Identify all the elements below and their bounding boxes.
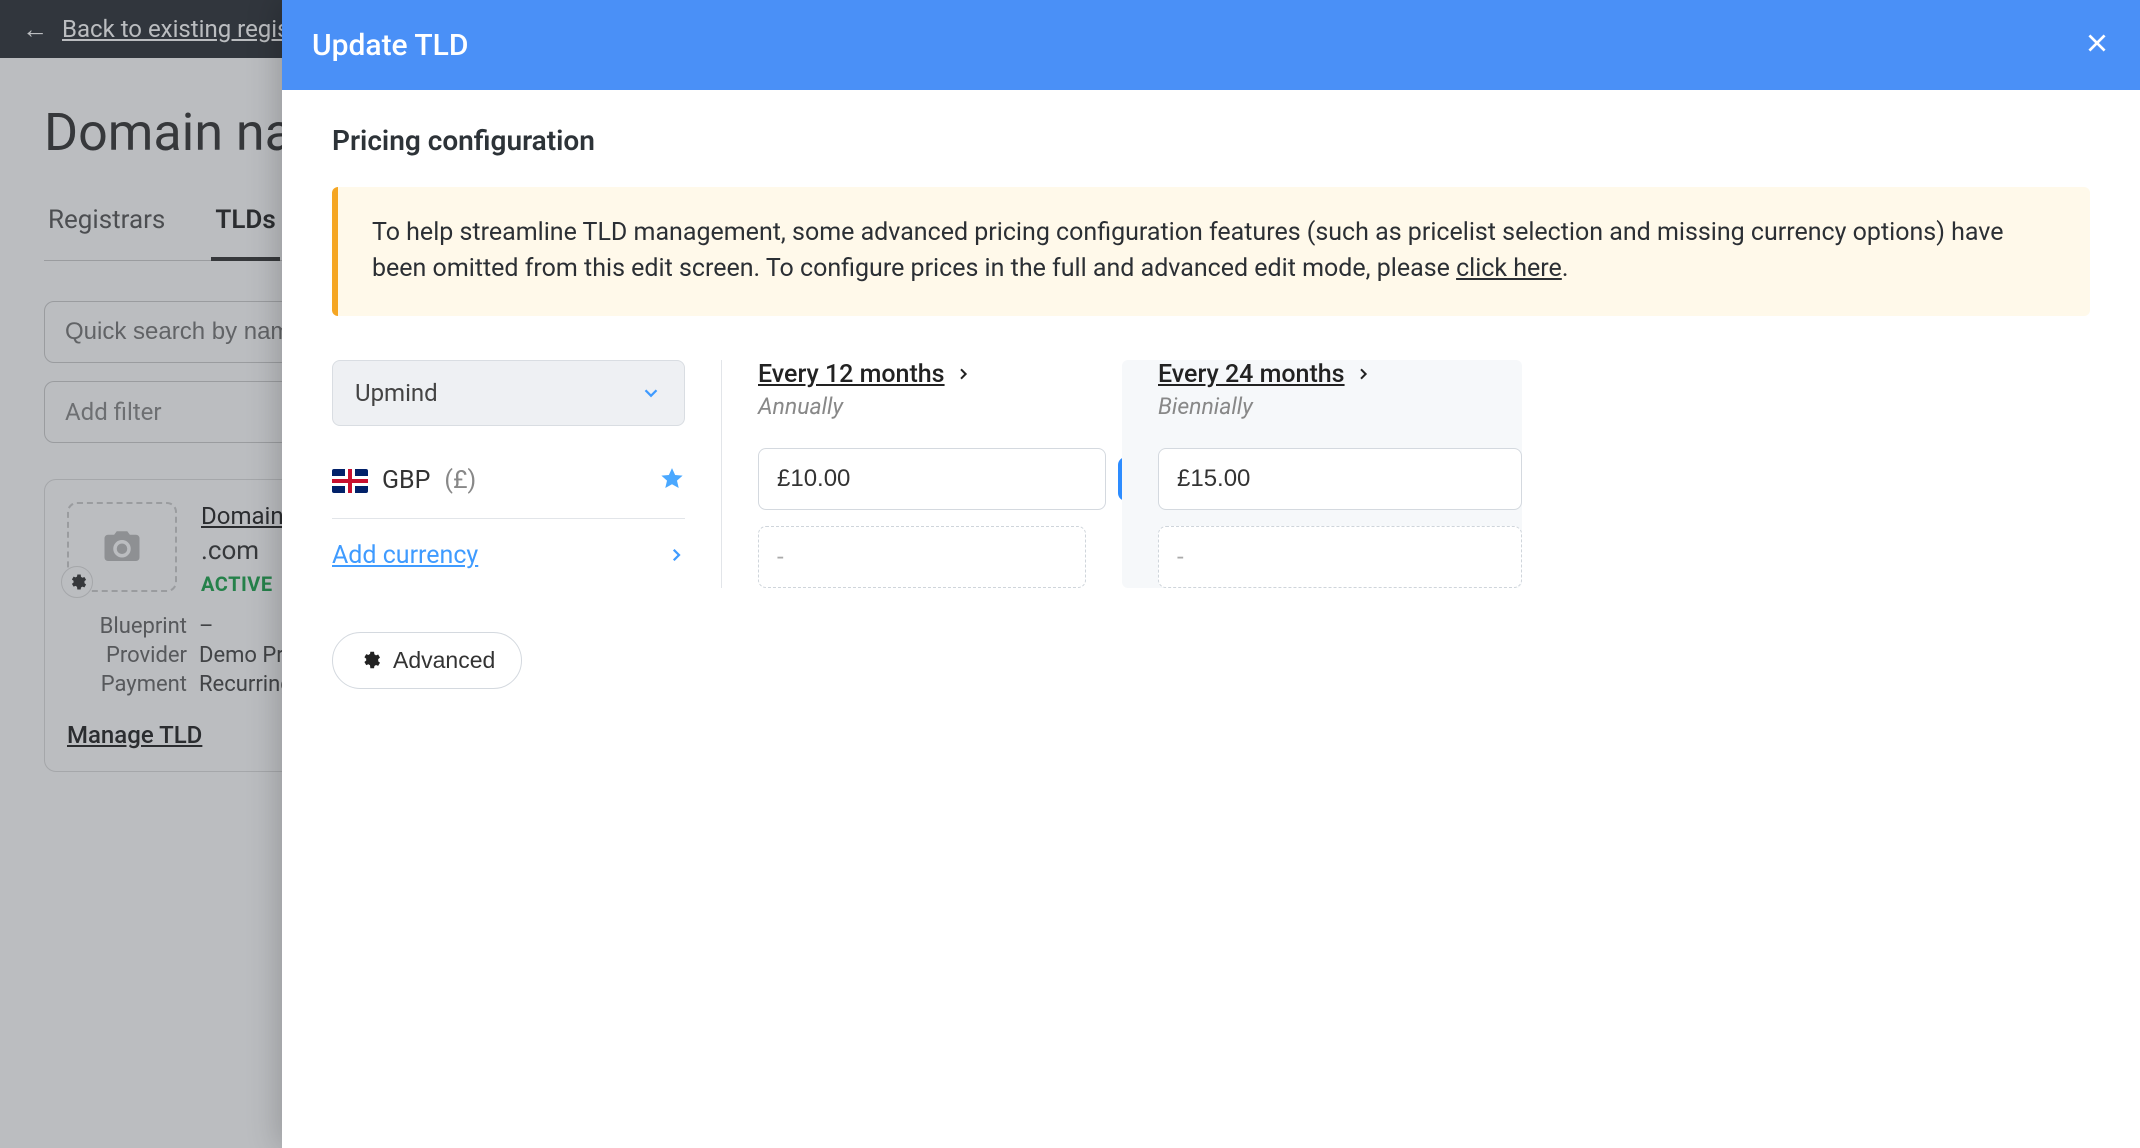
- currency-code: GBP: [382, 466, 430, 495]
- provider-selected-label: Upmind: [355, 379, 438, 407]
- period-24m-title-text: Every 24 months: [1158, 360, 1345, 389]
- chevron-right-icon: [955, 366, 971, 382]
- section-title: Pricing configuration: [332, 124, 2090, 157]
- notice-link[interactable]: click here: [1456, 254, 1562, 283]
- period-column-24m: Every 24 months Biennially -: [1122, 360, 1522, 588]
- price-24m-secondary[interactable]: -: [1158, 526, 1522, 588]
- info-notice: To help streamline TLD management, some …: [332, 187, 2090, 316]
- default-currency-star[interactable]: [659, 466, 685, 496]
- drawer-header: Update TLD: [282, 0, 2140, 90]
- currency-row[interactable]: GBP (£): [332, 462, 685, 519]
- flag-uk-icon: [332, 469, 368, 493]
- price-input-24m[interactable]: [1158, 448, 1522, 510]
- chevron-right-icon: [667, 546, 685, 564]
- close-icon: [2084, 30, 2110, 56]
- period-column-12m: Every 12 months Annually -: [722, 360, 1122, 588]
- notice-text: To help streamline TLD management, some …: [372, 218, 2004, 283]
- period-12m-sub: Annually: [758, 393, 1086, 420]
- update-tld-drawer: Update TLD Pricing configuration To help…: [282, 0, 2140, 1148]
- period-24m-sub: Biennially: [1158, 393, 1522, 420]
- period-24m-title[interactable]: Every 24 months: [1158, 360, 1371, 389]
- pricing-grid: Upmind GBP (£) Add currency: [332, 360, 2090, 588]
- pricing-left-column: Upmind GBP (£) Add currency: [332, 360, 722, 588]
- price-input-12m[interactable]: [758, 448, 1106, 510]
- period-12m-title[interactable]: Every 12 months: [758, 360, 971, 389]
- chevron-right-icon: [1355, 366, 1371, 382]
- drawer-title: Update TLD: [312, 28, 468, 63]
- chevron-down-icon: [640, 382, 662, 404]
- add-currency-button[interactable]: Add currency: [332, 541, 685, 570]
- price-12m-secondary[interactable]: -: [758, 526, 1086, 588]
- advanced-button[interactable]: Advanced: [332, 632, 522, 689]
- close-button[interactable]: [2084, 30, 2110, 60]
- advanced-label: Advanced: [393, 647, 495, 674]
- add-currency-label: Add currency: [332, 541, 478, 570]
- currency-symbol: (£): [444, 466, 476, 495]
- star-icon: [659, 466, 685, 492]
- period-12m-title-text: Every 12 months: [758, 360, 945, 389]
- provider-select[interactable]: Upmind: [332, 360, 685, 426]
- gear-icon: [359, 649, 381, 671]
- notice-period: .: [1562, 254, 1569, 283]
